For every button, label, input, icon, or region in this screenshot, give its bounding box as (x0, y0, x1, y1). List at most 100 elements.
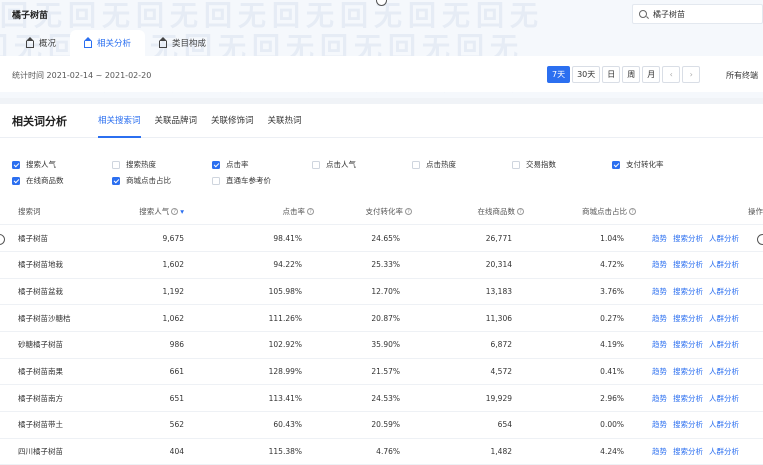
crowd-analysis-link[interactable]: 人群分析 (709, 260, 739, 269)
subtab-hot[interactable]: 关联热词 (268, 114, 302, 138)
tab-label: 概况 (39, 39, 57, 49)
cell-online-items: 4,572 (416, 358, 528, 386)
period-30d-button[interactable]: 30天 (572, 66, 601, 83)
cell-actions: 趋势 搜索分析 人群分析 (640, 304, 763, 332)
sort-desc-icon[interactable]: ▾ (180, 207, 184, 216)
checkbox-icon (112, 160, 120, 169)
checkbox-label: 交易指数 (526, 160, 556, 169)
header-mall-click-share: 商城点击占比? (528, 198, 640, 226)
checkbox-trade-index[interactable]: 交易指数 (512, 159, 556, 170)
cell-click-rate: 113.41% (188, 384, 318, 412)
results-table: 搜索词 搜索人气? ▾ 点击率? 支付转化率? 在线商品数? 商城点击占比? 操作… (0, 198, 763, 465)
crowd-analysis-link[interactable]: 人群分析 (709, 420, 739, 429)
checkbox-mall-click-share[interactable]: 商城点击占比 (112, 175, 171, 186)
cell-click-rate: 60.43% (188, 411, 318, 439)
scroll-handle-right[interactable] (757, 234, 763, 245)
cell-mall-click-share: 4.72% (528, 251, 640, 279)
checkbox-click-heat[interactable]: 点击热度 (412, 159, 456, 170)
related-words-section: 相关词分析 相关搜索词 关联品牌词 关联修饰词 关联热词 搜索人气 搜索热度 点… (0, 98, 763, 465)
tab-category[interactable]: 类目构成 (145, 30, 220, 56)
cell-search-popularity: 562 (100, 411, 188, 439)
trend-link[interactable]: 趋势 (652, 287, 667, 296)
search-box[interactable] (632, 4, 763, 24)
search-analysis-link[interactable]: 搜索分析 (673, 447, 703, 456)
tab-label: 类目构成 (172, 39, 207, 49)
cell-online-items: 1,482 (416, 438, 528, 465)
search-analysis-link[interactable]: 搜索分析 (673, 394, 703, 403)
cell-click-rate: 102.92% (188, 331, 318, 359)
tab-label: 相关分析 (97, 39, 132, 49)
period-7d-button[interactable]: 7天 (547, 66, 571, 83)
cell-search-popularity: 651 (100, 384, 188, 412)
checkbox-label: 商城点击占比 (126, 176, 171, 185)
trend-link[interactable]: 趋势 (652, 260, 667, 269)
trend-link[interactable]: 趋势 (652, 394, 667, 403)
search-analysis-link[interactable]: 搜索分析 (673, 420, 703, 429)
subtab-brand[interactable]: 关联品牌词 (155, 114, 198, 138)
table-row: 橘子树苗沙糖桔 1,062 111.26% 20.87% 11,306 0.27% 趋势 搜索… (0, 304, 763, 332)
period-week-button[interactable]: 周 (622, 66, 641, 83)
cell-online-items: 19,929 (416, 384, 528, 412)
section-title: 相关词分析 (12, 115, 67, 128)
search-analysis-link[interactable]: 搜索分析 (673, 234, 703, 243)
period-month-button[interactable]: 月 (642, 66, 661, 83)
trend-link[interactable]: 趋势 (652, 420, 667, 429)
search-analysis-link[interactable]: 搜索分析 (673, 287, 703, 296)
trend-link[interactable]: 趋势 (652, 447, 667, 456)
crowd-analysis-link[interactable]: 人群分析 (709, 394, 739, 403)
cell-online-items: 11,306 (416, 304, 528, 332)
subtab-modifier[interactable]: 关联修饰词 (211, 114, 254, 138)
checkbox-icon (612, 160, 620, 169)
search-analysis-link[interactable]: 搜索分析 (673, 314, 703, 323)
search-analysis-link[interactable]: 搜索分析 (673, 367, 703, 376)
crowd-analysis-link[interactable]: 人群分析 (709, 367, 739, 376)
period-day-button[interactable]: 日 (602, 66, 621, 83)
trend-link[interactable]: 趋势 (652, 314, 667, 323)
checkbox-pay-conversion[interactable]: 支付转化率 (612, 159, 664, 170)
header-click-rate: 点击率? (188, 198, 318, 226)
home-icon (84, 36, 93, 48)
cell-online-items: 20,314 (416, 251, 528, 279)
next-button[interactable]: › (682, 66, 701, 83)
search-analysis-link[interactable]: 搜索分析 (673, 340, 703, 349)
trend-link[interactable]: 趋势 (652, 234, 667, 243)
checkbox-search-popularity[interactable]: 搜索人气 (12, 159, 56, 170)
cell-actions: 趋势 搜索分析 人群分析 (640, 358, 763, 386)
cell-search-popularity: 1,192 (100, 278, 188, 306)
tab-overview[interactable]: 概况 (12, 30, 70, 56)
checkbox-click-popularity[interactable]: 点击人气 (312, 159, 356, 170)
crowd-analysis-link[interactable]: 人群分析 (709, 340, 739, 349)
trend-link[interactable]: 趋势 (652, 340, 667, 349)
table-row: 砂糖橘子树苗 986 102.92% 35.90% 6,872 4.19% 趋势 搜索分析 人群… (0, 331, 763, 359)
checkbox-icon (212, 176, 220, 185)
terminal-select[interactable]: 所有终端 (726, 70, 758, 81)
header-search-popularity[interactable]: 搜索人气? ▾ (100, 198, 188, 226)
help-icon: ? (517, 208, 524, 216)
checkbox-label: 搜索人气 (26, 160, 56, 169)
cell-mall-click-share: 4.19% (528, 331, 640, 359)
cell-pay-conversion: 21.57% (318, 358, 416, 386)
search-analysis-link[interactable]: 搜索分析 (673, 260, 703, 269)
cell-actions: 趋势 搜索分析 人群分析 (640, 438, 763, 465)
checkbox-online-items[interactable]: 在线商品数 (12, 175, 64, 186)
checkbox-click-rate[interactable]: 点击率 (212, 159, 249, 170)
crowd-analysis-link[interactable]: 人群分析 (709, 314, 739, 323)
cell-pay-conversion: 24.65% (318, 224, 416, 252)
crowd-analysis-link[interactable]: 人群分析 (709, 287, 739, 296)
table-row: 橘子树苗南方 651 113.41% 24.53% 19,929 2.96% 趋势 搜索分析人… (0, 384, 763, 412)
tab-related-analysis[interactable]: 相关分析 (70, 30, 146, 56)
crowd-analysis-link[interactable]: 人群分析 (709, 234, 739, 243)
checkbox-icon (412, 160, 420, 169)
prev-button[interactable]: ‹ (662, 66, 681, 83)
home-icon (159, 36, 168, 48)
trend-link[interactable]: 趋势 (652, 367, 667, 376)
checkbox-icon (12, 160, 20, 169)
crowd-analysis-link[interactable]: 人群分析 (709, 447, 739, 456)
search-icon (639, 10, 647, 18)
search-input[interactable] (653, 9, 753, 19)
subtab-related-search[interactable]: 相关搜索词 (98, 114, 141, 138)
table-row: 橘子树苗南果 661 128.99% 21.57% 4,572 0.41% 趋势 搜索分析 人群… (0, 358, 763, 386)
checkbox-ztc-price[interactable]: 直通车参考价 (212, 175, 271, 186)
table-row: 橘子树苗 9,675 98.41% 24.65% 26,771 1.04% 趋势 搜索分析 人群… (0, 224, 763, 252)
checkbox-search-heat[interactable]: 搜索热度 (112, 159, 156, 170)
